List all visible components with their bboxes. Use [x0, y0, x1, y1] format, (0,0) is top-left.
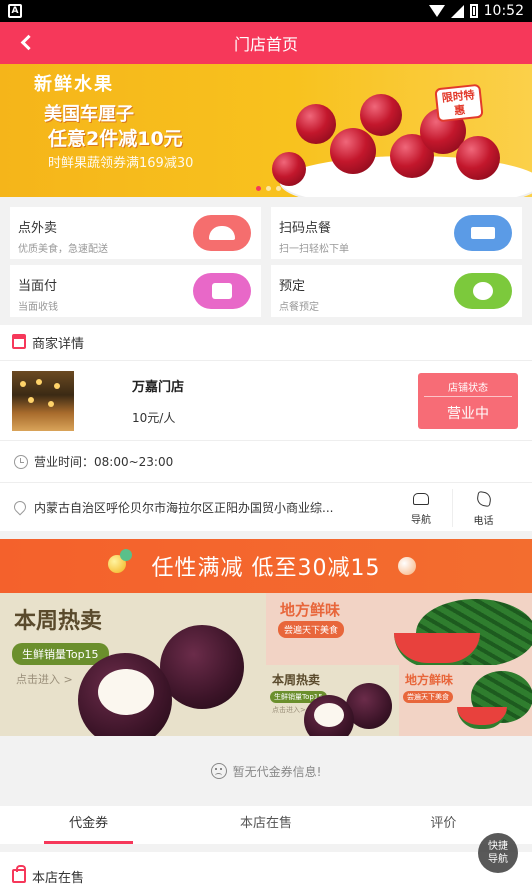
content-tabs: 代金券 本店在售 评价	[0, 806, 532, 844]
cherry-image	[272, 152, 306, 186]
local-taste-title: 地方鲜味	[280, 601, 341, 619]
promo-banner-carousel[interactable]: 新鲜水果 美国车厘子 任意2件减10元 时鲜果蔬领券满169减30 限时特惠	[0, 64, 532, 197]
hot-sale-enter-link: 点击进入 >	[16, 673, 73, 686]
merchant-section-title: 商家详情	[32, 337, 85, 352]
banner-tag: 新鲜水果	[34, 74, 114, 95]
wallet-icon	[193, 273, 251, 309]
location-pin-icon	[11, 498, 29, 516]
quick-nav-label-2: 导航	[488, 854, 508, 865]
status-bar: A 10:52	[0, 0, 532, 22]
navigate-button[interactable]: 导航	[390, 489, 452, 527]
feature-banners: 本周热卖 生鲜销量Top15 点击进入 > 地方鲜味 尝遍天下美食 本周热卖 生…	[0, 593, 532, 736]
hot-sale-pill: 生鲜销量Top15	[12, 643, 109, 665]
banner-headline-2: 任意2件减10元	[48, 128, 183, 150]
discount-promo-banner[interactable]: 任性满减 低至30减15	[0, 539, 532, 593]
takeout-card[interactable]: 点外卖 优质美食，急速配送	[10, 207, 261, 259]
fruit-icon	[454, 273, 512, 309]
dish-cover-icon	[193, 215, 251, 251]
clock-icon	[14, 454, 28, 469]
carrier-icon: A	[8, 4, 22, 18]
battery-icon	[469, 4, 478, 18]
local-taste-mini-sub: 尝遍天下美食	[403, 691, 453, 703]
store-name: 万嘉门店	[132, 379, 185, 395]
store-status-label: 店铺状态	[424, 373, 512, 397]
merchant-summary: 万嘉门店 10元/人 店铺状态 营业中	[0, 361, 532, 441]
promo-text: 任性满减 低至30减15	[151, 556, 381, 581]
face-pay-card[interactable]: 当面付 当面收钱	[10, 265, 261, 317]
banner-headline-1: 美国车厘子	[44, 104, 134, 125]
store-price: 10元/人	[132, 410, 176, 425]
store-address: 内蒙古自治区呼伦贝尔市海拉尔区正阳办国贸小商业综... 导航 电话	[0, 483, 532, 531]
cart-icon	[454, 215, 512, 251]
store-icon	[12, 333, 26, 349]
business-hours-text: 营业时间：08:00~23:00	[34, 455, 174, 469]
merchant-details: 商家详情 万嘉门店 10元/人 店铺状态 营业中 营业时间：08:00~23:0…	[0, 325, 532, 531]
reserve-card[interactable]: 预定 点餐预定	[271, 265, 522, 317]
on-sale-title: 本店在售	[32, 870, 85, 886]
store-status-badge: 店铺状态 营业中	[418, 373, 518, 429]
carousel-dots	[256, 186, 281, 191]
mangosteen-image	[160, 625, 244, 709]
mangosteen-flesh-image	[98, 669, 154, 715]
quick-nav-button[interactable]: 快捷 导航	[478, 833, 518, 873]
scan-order-card[interactable]: 扫码点餐 扫一扫轻松下单	[271, 207, 522, 259]
banner-subline: 时鲜果蔬领券满169减30	[48, 156, 194, 171]
call-label: 电话	[473, 516, 494, 527]
decor-ball	[120, 549, 132, 561]
local-taste-banner[interactable]: 地方鲜味 尝遍天下美食	[266, 593, 532, 665]
tab-vouchers[interactable]: 代金券	[0, 806, 177, 844]
chevron-left-icon	[20, 34, 36, 50]
local-taste-sub: 尝遍天下美食	[278, 621, 345, 638]
hot-sale-title: 本周热卖	[14, 609, 103, 634]
call-button[interactable]: 电话	[452, 489, 514, 527]
nav-bar: 门店首页	[0, 22, 532, 64]
carousel-dot[interactable]	[276, 186, 281, 191]
coupon-empty-state: 暂无代金券信息!	[0, 736, 532, 806]
cherry-image	[360, 94, 402, 136]
local-taste-mini-title: 地方鲜味	[405, 673, 454, 687]
quick-nav-label-1: 快捷	[488, 841, 508, 852]
limited-offer-badge: 限时特惠	[434, 83, 484, 123]
page-title: 门店首页	[233, 35, 298, 54]
quick-actions-grid: 点外卖 优质美食，急速配送 扫码点餐 扫一扫轻松下单 当面付 当面收钱 预定 点…	[0, 197, 532, 317]
decor-ball	[398, 557, 416, 575]
navigate-label: 导航	[411, 515, 431, 526]
local-taste-mini-banner[interactable]: 地方鲜味 尝遍天下美食	[399, 665, 532, 736]
carousel-dot[interactable]	[266, 186, 271, 191]
cherry-image	[456, 136, 500, 180]
store-photo[interactable]	[12, 370, 74, 431]
shopping-bag-icon	[12, 865, 26, 883]
mangosteen-flesh-image	[314, 703, 344, 727]
back-button[interactable]	[14, 30, 38, 54]
hot-sale-mini-banner[interactable]: 本周热卖 生鲜销量Top15 点击进入>	[266, 665, 399, 736]
carousel-dot[interactable]	[256, 186, 261, 191]
wifi-icon	[428, 5, 445, 17]
cherry-image	[330, 128, 376, 174]
on-sale-section-header: 本店在售	[0, 852, 532, 896]
business-hours: 营业时间：08:00~23:00	[0, 441, 532, 483]
phone-icon	[475, 490, 492, 508]
watermelon-slice-image	[457, 707, 507, 729]
status-time: 10:52	[483, 3, 524, 19]
merchant-section-header: 商家详情	[0, 325, 532, 361]
hot-sale-mini-enter: 点击进入>	[272, 706, 306, 714]
tab-on-sale[interactable]: 本店在售	[177, 806, 354, 844]
signal-icon	[450, 4, 464, 18]
hot-sale-mini-title: 本周热卖	[272, 673, 321, 687]
hot-sale-banner[interactable]: 本周热卖 生鲜销量Top15 点击进入 >	[0, 593, 266, 736]
cherry-image	[296, 104, 336, 144]
sad-face-icon	[210, 763, 227, 779]
store-address-text: 内蒙古自治区呼伦贝尔市海拉尔区正阳办国贸小商业综...	[34, 500, 334, 515]
coupon-empty-text: 暂无代金券信息!	[232, 764, 322, 779]
car-icon	[413, 493, 429, 505]
store-status-value: 营业中	[447, 406, 489, 422]
